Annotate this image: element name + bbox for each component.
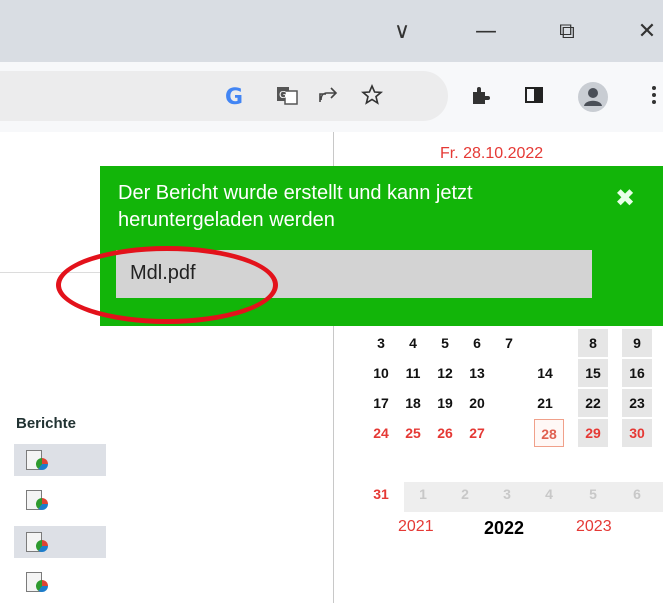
pie-chart-icon xyxy=(36,458,48,470)
calendar-day[interactable]: 6 xyxy=(622,480,652,508)
profile-avatar[interactable] xyxy=(578,82,608,112)
calendar-day[interactable]: 27 xyxy=(462,419,492,447)
close-window-button[interactable]: ✕ xyxy=(627,14,663,50)
calendar-day[interactable]: 17 xyxy=(366,389,396,417)
window-titlebar: ∨ — ⧉ ✕ xyxy=(0,0,663,62)
year-prev[interactable]: 2021 xyxy=(398,518,434,536)
calendar-day[interactable]: 15 xyxy=(578,359,608,387)
report-item[interactable] xyxy=(14,526,106,558)
page-content: Berichte Fr. 28.10.2022 3 4 5 6 7 8 9 10… xyxy=(0,132,663,603)
google-icon[interactable]: G xyxy=(220,84,248,112)
calendar-day[interactable]: 21 xyxy=(530,389,560,417)
calendar-day[interactable]: 10 xyxy=(366,359,396,387)
calendar-day[interactable]: 14 xyxy=(530,359,560,387)
tab-search-button[interactable]: ∨ xyxy=(382,14,422,50)
calendar-day[interactable]: 4 xyxy=(534,480,564,508)
minimize-button[interactable]: — xyxy=(466,14,506,50)
calendar-day[interactable]: 5 xyxy=(578,480,608,508)
calendar-day[interactable]: 3 xyxy=(492,480,522,508)
calendar-day[interactable]: 30 xyxy=(622,419,652,447)
calendar-day[interactable]: 20 xyxy=(462,389,492,417)
pie-chart-icon xyxy=(36,498,48,510)
extensions-icon[interactable] xyxy=(466,84,494,112)
calendar-day[interactable]: 23 xyxy=(622,389,652,417)
calendar-day[interactable]: 26 xyxy=(430,419,460,447)
pie-chart-icon xyxy=(36,540,48,552)
calendar-day[interactable]: 22 xyxy=(578,389,608,417)
calendar-day-today[interactable]: 28 xyxy=(534,419,564,447)
calendar-day[interactable]: 13 xyxy=(462,359,492,387)
calendar-day[interactable]: 25 xyxy=(398,419,428,447)
calendar-day[interactable]: 19 xyxy=(430,389,460,417)
share-icon[interactable] xyxy=(314,84,342,112)
calendar-day[interactable]: 6 xyxy=(462,329,492,357)
pie-chart-icon xyxy=(36,580,48,592)
reports-heading: Berichte xyxy=(16,415,77,432)
calendar-day[interactable]: 24 xyxy=(366,419,396,447)
calendar-day[interactable]: 31 xyxy=(366,480,396,508)
side-panel-icon[interactable] xyxy=(520,84,548,112)
report-item[interactable] xyxy=(14,566,106,598)
calendar-date-header: Fr. 28.10.2022 xyxy=(440,145,544,162)
year-next[interactable]: 2023 xyxy=(576,518,612,536)
report-item[interactable] xyxy=(14,444,106,476)
calendar-day[interactable]: 2 xyxy=(450,480,480,508)
calendar-day[interactable]: 1 xyxy=(408,480,438,508)
notification-message: Der Bericht wurde erstellt und kann jetz… xyxy=(118,182,473,231)
calendar-day[interactable]: 12 xyxy=(430,359,460,387)
calendar-day[interactable]: 7 xyxy=(494,329,524,357)
calendar-day[interactable]: 4 xyxy=(398,329,428,357)
calendar-day[interactable]: 8 xyxy=(578,329,608,357)
translate-icon[interactable]: G xyxy=(273,84,301,112)
calendar-day[interactable]: 29 xyxy=(578,419,608,447)
calendar-day[interactable]: 16 xyxy=(622,359,652,387)
year-current[interactable]: 2022 xyxy=(484,518,524,539)
browser-toolbar: G G xyxy=(0,62,663,132)
svg-text:G: G xyxy=(279,90,287,101)
report-item[interactable] xyxy=(14,484,106,516)
close-icon[interactable]: ✖ xyxy=(615,184,635,212)
red-highlight-oval xyxy=(56,246,278,324)
menu-icon[interactable] xyxy=(640,84,663,112)
calendar-day[interactable]: 3 xyxy=(366,329,396,357)
restore-button[interactable]: ⧉ xyxy=(547,14,587,50)
bookmark-star-icon[interactable] xyxy=(358,83,386,112)
calendar-day[interactable]: 9 xyxy=(622,329,652,357)
calendar-day[interactable]: 5 xyxy=(430,329,460,357)
calendar-day[interactable]: 11 xyxy=(398,359,428,387)
calendar-day[interactable]: 18 xyxy=(398,389,428,417)
